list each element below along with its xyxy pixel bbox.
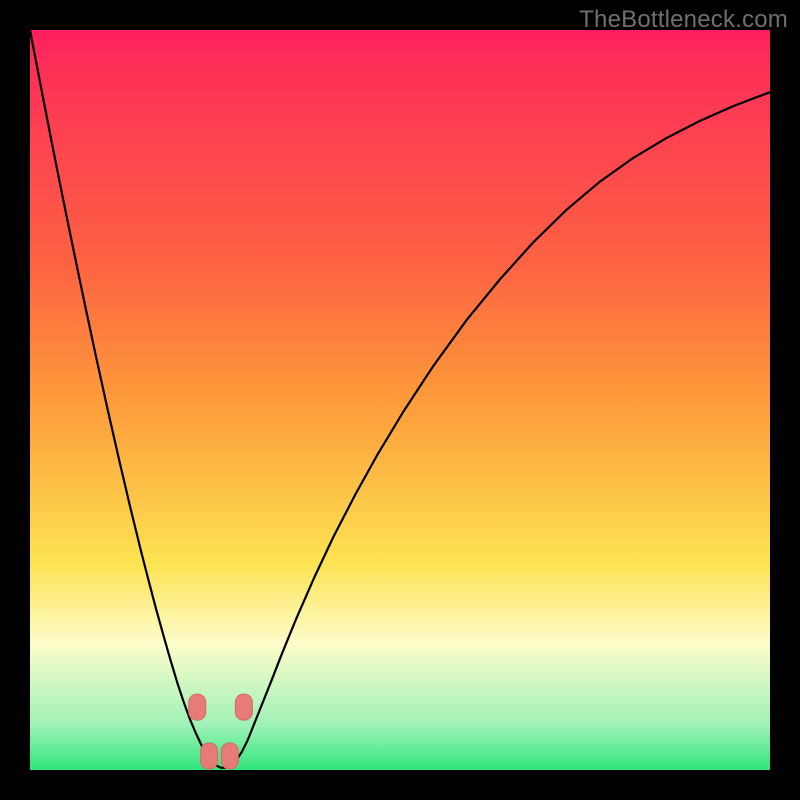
chart-svg	[30, 30, 770, 770]
outer-frame: TheBottleneck.com	[0, 0, 800, 800]
curve-markers	[189, 694, 253, 769]
bottleneck-curve	[30, 30, 770, 768]
plot-area	[30, 30, 770, 770]
curve-marker	[235, 694, 252, 720]
curve-marker	[221, 743, 238, 769]
curve-marker	[189, 694, 206, 720]
curve-marker	[201, 743, 218, 769]
